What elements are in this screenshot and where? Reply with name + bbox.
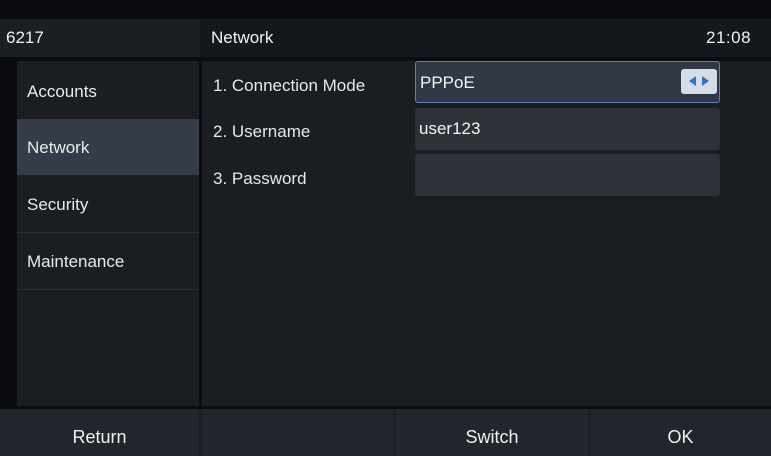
username-field[interactable]: user123 xyxy=(415,108,720,150)
switch-arrows-button[interactable] xyxy=(681,69,717,94)
sidebar-item-label: Maintenance xyxy=(27,252,125,271)
sidebar-item-label: Network xyxy=(27,138,90,157)
return-softkey[interactable]: Return xyxy=(0,409,199,456)
username-label: 2. Username xyxy=(213,122,311,141)
status-bar: 6217 Network 21:08 xyxy=(0,19,771,57)
sidebar-item-network[interactable]: Network xyxy=(17,119,199,175)
page-title: Network xyxy=(211,28,274,47)
softkey-label: Return xyxy=(72,427,127,447)
sidebar-item-security[interactable]: Security xyxy=(17,176,199,232)
username-value: user123 xyxy=(419,119,481,138)
softkey-bar: Return Switch OK xyxy=(0,409,771,456)
softkey-label: OK xyxy=(667,427,694,447)
clock: 21:08 xyxy=(706,28,752,47)
sidebar-item-maintenance[interactable]: Maintenance xyxy=(17,233,199,289)
password-field[interactable] xyxy=(415,154,720,196)
settings-sidebar: Accounts Network Security Maintenance xyxy=(17,61,199,406)
sidebar-item-label: Accounts xyxy=(27,82,97,101)
phone-screen: 6217 Network 21:08 Accounts Network Secu… xyxy=(0,0,771,456)
connection-mode-field[interactable]: PPPoE xyxy=(415,61,720,103)
sidebar-divider xyxy=(17,289,199,290)
sidebar-item-accounts[interactable]: Accounts xyxy=(17,63,199,119)
device-model: 6217 xyxy=(6,28,44,47)
connection-mode-value: PPPoE xyxy=(420,73,475,92)
sidebar-item-label: Security xyxy=(27,195,89,214)
left-right-arrows-icon xyxy=(689,76,709,86)
empty-softkey[interactable] xyxy=(202,409,394,456)
password-label: 3. Password xyxy=(213,169,307,188)
softkey-label: Switch xyxy=(465,427,519,447)
ok-softkey[interactable]: OK xyxy=(590,409,771,456)
switch-softkey[interactable]: Switch xyxy=(396,409,588,456)
connection-mode-label: 1. Connection Mode xyxy=(213,76,366,95)
